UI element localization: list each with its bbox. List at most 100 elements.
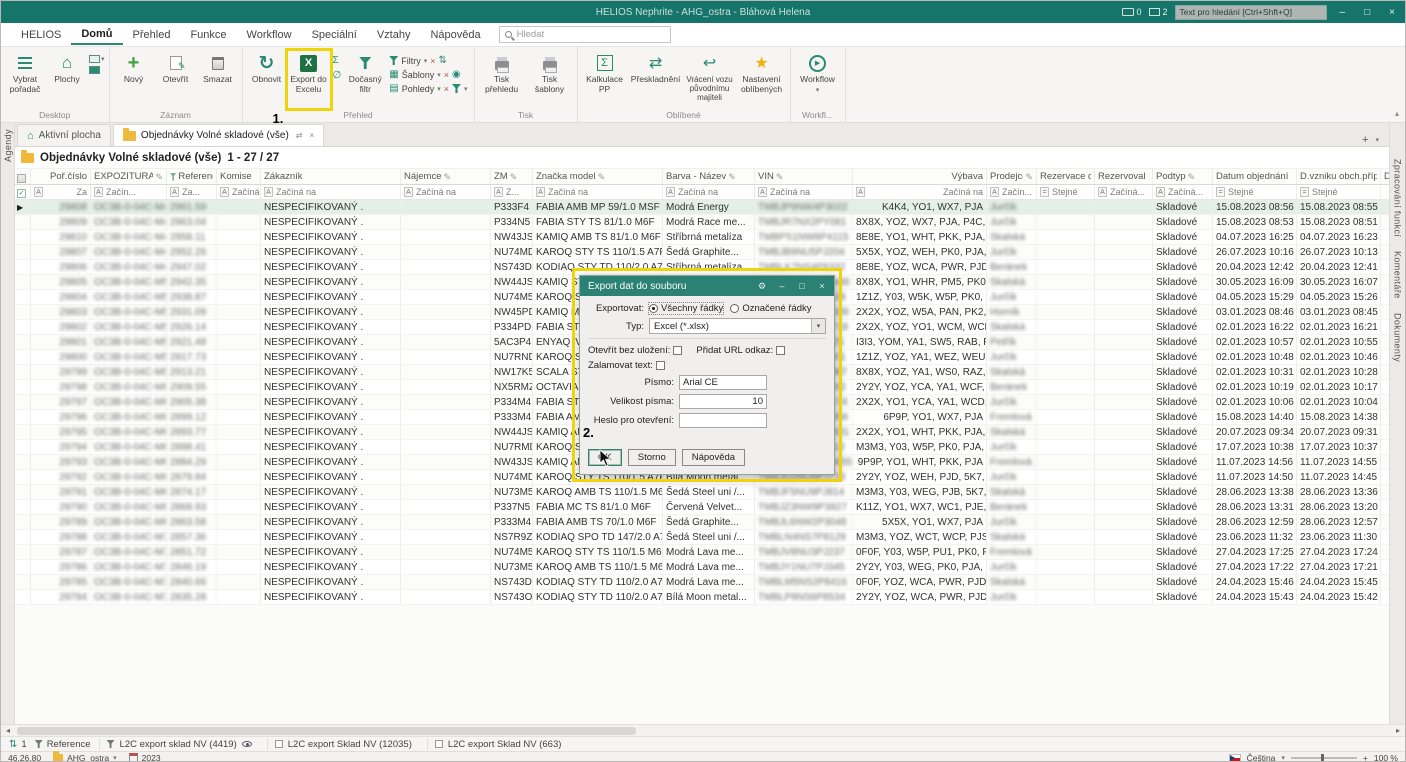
- napoveda-button[interactable]: Nápověda: [682, 449, 745, 466]
- file-type-select[interactable]: Excel (*.xlsx)▾: [649, 318, 826, 334]
- close-button[interactable]: ×: [1383, 7, 1401, 18]
- zoom-slider[interactable]: [1291, 757, 1357, 759]
- column-header-seller[interactable]: Prodejce✎: [987, 169, 1037, 184]
- column-header-expo[interactable]: EXPOZITURA/NEWAC✎: [91, 169, 167, 184]
- sum-icon[interactable]: Σ: [333, 55, 342, 66]
- column-header-podtyp[interactable]: Podtyp✎: [1153, 169, 1213, 184]
- filter-cell-id[interactable]: AZa: [31, 185, 91, 199]
- pohledy-button[interactable]: Pohledy: [402, 84, 435, 94]
- column-header-ref[interactable]: Reference: [167, 169, 217, 184]
- table-row[interactable]: 29810OC3B-0-04C-M452958.11NESPECIFIKOVAN…: [15, 230, 1389, 245]
- column-header-naj[interactable]: Nájemce✎: [401, 169, 491, 184]
- scroll-left-button[interactable]: ◂: [1, 725, 15, 737]
- filter-cell-ref[interactable]: AZa...: [167, 185, 217, 199]
- desktop-new-button[interactable]: ▾: [89, 55, 105, 63]
- filter-cell-model[interactable]: AZačíná na: [533, 185, 663, 199]
- new-tab-button[interactable]: +: [1362, 134, 1368, 146]
- chevron-down-icon[interactable]: ▾: [811, 319, 825, 333]
- column-header-vin[interactable]: VIN✎: [755, 169, 853, 184]
- vraceni-vozu-button[interactable]: ↩Vrácení vozu původnímu majiteli: [684, 50, 736, 109]
- filter-cell-expo[interactable]: AZačín...: [91, 185, 167, 199]
- zoom-slider-handle[interactable]: [1321, 754, 1324, 762]
- docasny-filtr-button[interactable]: Dočasný filtr: [345, 50, 385, 109]
- column-header-id[interactable]: Poř.číslo: [31, 169, 91, 184]
- dialog-close-button[interactable]: ×: [813, 281, 831, 291]
- gear-icon[interactable]: ⚙: [753, 281, 771, 292]
- close-tab-icon[interactable]: ×: [309, 131, 314, 140]
- filter-cell-seller[interactable]: AZačín...: [987, 185, 1037, 199]
- vybrat-poradac-button[interactable]: Vybrat pořadač: [5, 50, 45, 109]
- preskladneni-button[interactable]: ⇄Přeskladnění: [630, 50, 682, 109]
- filter-cell-kom[interactable]: AZačíná na: [217, 185, 261, 199]
- dialog-maximize-button[interactable]: □: [793, 281, 811, 291]
- filter-chip[interactable]: L2C export Sklad NV (12035): [267, 739, 419, 750]
- column-header-equip[interactable]: Výbava: [853, 169, 987, 184]
- eye-icon[interactable]: [242, 741, 252, 747]
- menu-tab-napoveda[interactable]: Nápověda: [420, 25, 490, 44]
- filter-cell-color[interactable]: AZačíná na: [663, 185, 755, 199]
- pin-tab-icon[interactable]: ⇄: [296, 131, 303, 140]
- font-input[interactable]: Arial CE: [679, 375, 767, 390]
- scrollbar-track[interactable]: [15, 725, 1391, 736]
- select-all-header[interactable]: [15, 169, 31, 184]
- table-row[interactable]: 29809OC3B-0-04C-M422963.04NESPECIFIKOVAN…: [15, 215, 1389, 230]
- filter-cell-rezval[interactable]: AZačíná...: [1095, 185, 1153, 199]
- clear-filter-icon[interactable]: ×: [430, 56, 435, 66]
- table-row[interactable]: 29790OC3B-0-04C-M682868.93NESPECIFIKOVAN…: [15, 500, 1389, 515]
- storno-button[interactable]: Storno: [628, 449, 676, 466]
- menu-tab-domu[interactable]: Domů: [71, 24, 122, 45]
- filter-cell-zak[interactable]: AZačíná na: [261, 185, 401, 199]
- column-header-rezval[interactable]: Rezervoval: [1095, 169, 1153, 184]
- filter-cell-equip[interactable]: AZačíná na: [853, 185, 987, 199]
- dialog-minimize-button[interactable]: –: [773, 281, 791, 291]
- column-header-kom[interactable]: Komise: [217, 169, 261, 184]
- clear-template-icon[interactable]: ×: [444, 70, 449, 80]
- column-header-color[interactable]: Barva - Název✎: [663, 169, 755, 184]
- filter-cell-naj[interactable]: AZačíná na: [401, 185, 491, 199]
- global-search-input[interactable]: Text pro hledání [Ctrl+Shft+Q]: [1175, 5, 1327, 20]
- filter-cell-rezdo[interactable]: =Stejné: [1037, 185, 1095, 199]
- attachment-icon[interactable]: ∅: [333, 70, 342, 81]
- filter-cell-vin[interactable]: AZačíná na: [755, 185, 853, 199]
- sort-icon[interactable]: ⇅: [439, 55, 447, 66]
- filtry-button[interactable]: Filtry: [401, 56, 421, 66]
- table-row[interactable]: 29789OC3B-0-04C-M692863.58NESPECIFIKOVAN…: [15, 515, 1389, 530]
- panel-tab-dokumenty[interactable]: Dokumenty: [1393, 313, 1403, 362]
- menu-tab-helios[interactable]: HELIOS: [11, 25, 71, 44]
- language-selector[interactable]: Čeština: [1247, 753, 1276, 762]
- table-row[interactable]: 29791OC3B-0-04C-M672874.17NESPECIFIKOVAN…: [15, 485, 1389, 500]
- horizontal-scrollbar[interactable]: ◂ ▸: [1, 724, 1405, 736]
- table-row[interactable]: 29786OC3B-0-04C-M722846.19NESPECIFIKOVAN…: [15, 560, 1389, 575]
- menu-tab-funkce[interactable]: Funkce: [180, 25, 236, 44]
- obnovit-button[interactable]: ↻Obnovit: [247, 50, 287, 109]
- table-row[interactable]: 29788OC3B-0-04C-M702857.36NESPECIFIKOVAN…: [15, 530, 1389, 545]
- scrollbar-thumb[interactable]: [17, 727, 636, 735]
- otevrit-button[interactable]: Otevřít: [156, 50, 196, 109]
- column-header-zm[interactable]: ZM✎: [491, 169, 533, 184]
- nastaveni-oblibenych-button[interactable]: ★Nastavení oblíbených: [738, 50, 786, 109]
- wrap-text-checkbox[interactable]: [656, 361, 665, 370]
- year-selector[interactable]: 2023: [129, 753, 161, 762]
- filter-cell-zm[interactable]: AZ...: [491, 185, 533, 199]
- filter-cell-dop[interactable]: [1381, 185, 1389, 199]
- table-row[interactable]: 29787OC3B-0-04C-M712851.72NESPECIFIKOVAN…: [15, 545, 1389, 560]
- font-size-input[interactable]: 10: [679, 394, 767, 409]
- zoom-in-button[interactable]: +: [1363, 753, 1368, 762]
- column-header-model[interactable]: Značka model✎: [533, 169, 663, 184]
- table-row[interactable]: 29806OC3B-0-04C-M482947.02NESPECIFIKOVAN…: [15, 260, 1389, 275]
- table-row[interactable]: 29785OC3B-0-04C-M732840.66NESPECIFIKOVAN…: [15, 575, 1389, 590]
- checkbox-icon[interactable]: [275, 740, 283, 748]
- radio-marked-rows[interactable]: Označené řádky: [730, 303, 811, 314]
- column-header-rezdo[interactable]: Rezervace do: [1037, 169, 1095, 184]
- column-header-d2[interactable]: D.vzniku obch.přípa: [1297, 169, 1381, 184]
- tisk-prehledu-button[interactable]: Tisk přehledu: [479, 50, 525, 109]
- add-url-checkbox[interactable]: [776, 346, 785, 355]
- table-row[interactable]: ▶29808OC3B-0-04C-M412961.59NESPECIFIKOVA…: [15, 200, 1389, 215]
- filter-chip[interactable]: L2C export Sklad NV (663): [427, 739, 569, 750]
- tab-list-button[interactable]: ▾: [1375, 136, 1379, 144]
- minimize-button[interactable]: –: [1334, 7, 1352, 18]
- export-do-excelu-button[interactable]: X Export do Excelu 1.: [289, 50, 329, 109]
- menu-tab-workflow[interactable]: Workflow: [237, 25, 302, 44]
- maximize-button[interactable]: □: [1358, 7, 1376, 18]
- filter-chip-active[interactable]: L2C export sklad NV (4419): [99, 739, 259, 750]
